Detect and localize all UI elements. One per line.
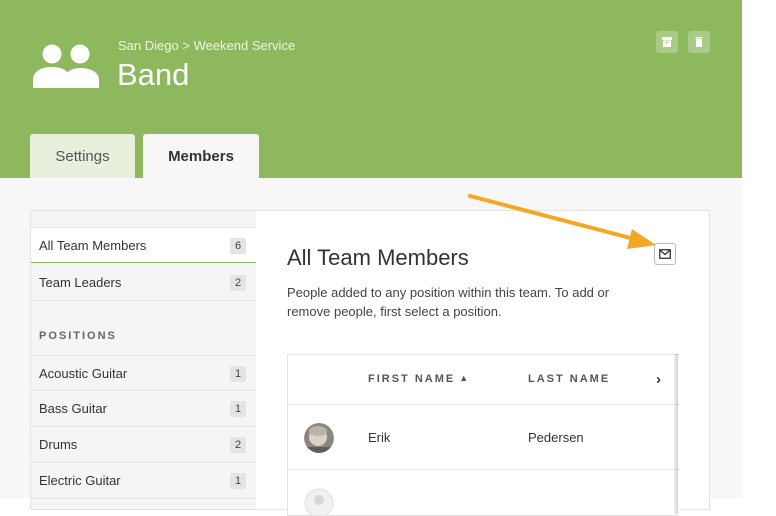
count-badge: 2: [230, 437, 246, 453]
tab-settings[interactable]: Settings: [30, 134, 135, 178]
members-card: All Team Members 6 Team Leaders 2 POSITI…: [30, 210, 710, 516]
table-header: FIRST NAME ▲ LAST NAME ›: [288, 355, 679, 405]
sort-ascending-icon: ▲: [459, 373, 471, 383]
sidebar-item-team-leaders[interactable]: Team Leaders 2: [31, 265, 256, 301]
column-label: FIRST NAME: [368, 373, 456, 385]
sidebar-item-all-team-members[interactable]: All Team Members 6: [31, 227, 256, 263]
count-badge: 6: [230, 238, 246, 254]
column-header-last-name[interactable]: LAST NAME: [528, 373, 610, 385]
table-scroll-shadow: [674, 354, 678, 514]
archive-button[interactable]: [656, 31, 678, 53]
sidebar-item-label: Bass Guitar: [39, 401, 107, 416]
count-badge: 2: [230, 275, 246, 291]
sidebar-item-drums[interactable]: Drums 2: [31, 427, 256, 463]
sidebar-item-bass-guitar[interactable]: Bass Guitar 1: [31, 391, 256, 427]
content-area: All Team Members 6 Team Leaders 2 POSITI…: [0, 178, 742, 516]
sidebar: All Team Members 6 Team Leaders 2 POSITI…: [31, 211, 256, 509]
sidebar-item-electric-guitar[interactable]: Electric Guitar 1: [31, 463, 256, 499]
avatar: [304, 423, 334, 453]
sidebar-item-acoustic-guitar[interactable]: Acoustic Guitar 1: [31, 355, 256, 391]
envelope-icon: [659, 249, 671, 259]
email-members-button[interactable]: [654, 243, 676, 265]
count-badge: 1: [230, 473, 246, 489]
sidebar-item-label: Electric Guitar: [39, 473, 121, 488]
table-row[interactable]: Erik Pedersen: [288, 405, 679, 470]
sidebar-item-label: Drums: [39, 437, 78, 452]
chevron-right-icon[interactable]: ›: [656, 371, 663, 388]
column-header-first-name[interactable]: FIRST NAME ▲: [368, 373, 470, 385]
table-row[interactable]: [288, 470, 679, 515]
members-table: FIRST NAME ▲ LAST NAME › Erik Pedersen: [287, 354, 679, 516]
positions-heading: POSITIONS: [39, 330, 117, 342]
last-name-cell: Pedersen: [528, 430, 584, 445]
archive-icon: [662, 37, 672, 47]
count-badge: 1: [230, 366, 246, 382]
section-title: All Team Members: [287, 245, 469, 270]
page-title: Band: [117, 57, 190, 92]
sidebar-item-label: Acoustic Guitar: [39, 365, 128, 381]
section-description: People added to any position within this…: [287, 285, 610, 319]
count-badge: 1: [230, 401, 246, 417]
sidebar-item-label: All Team Members: [39, 237, 147, 253]
avatar: [304, 488, 334, 515]
tab-members[interactable]: Members: [143, 134, 259, 178]
sidebar-item-label: Team Leaders: [39, 275, 122, 290]
people-icon: [33, 44, 99, 88]
first-name-cell: Erik: [368, 430, 391, 445]
trash-icon: [695, 37, 703, 47]
breadcrumb[interactable]: San Diego > Weekend Service: [118, 38, 295, 53]
delete-button[interactable]: [688, 31, 710, 53]
team-header: San Diego > Weekend Service Band Setting…: [0, 0, 742, 178]
